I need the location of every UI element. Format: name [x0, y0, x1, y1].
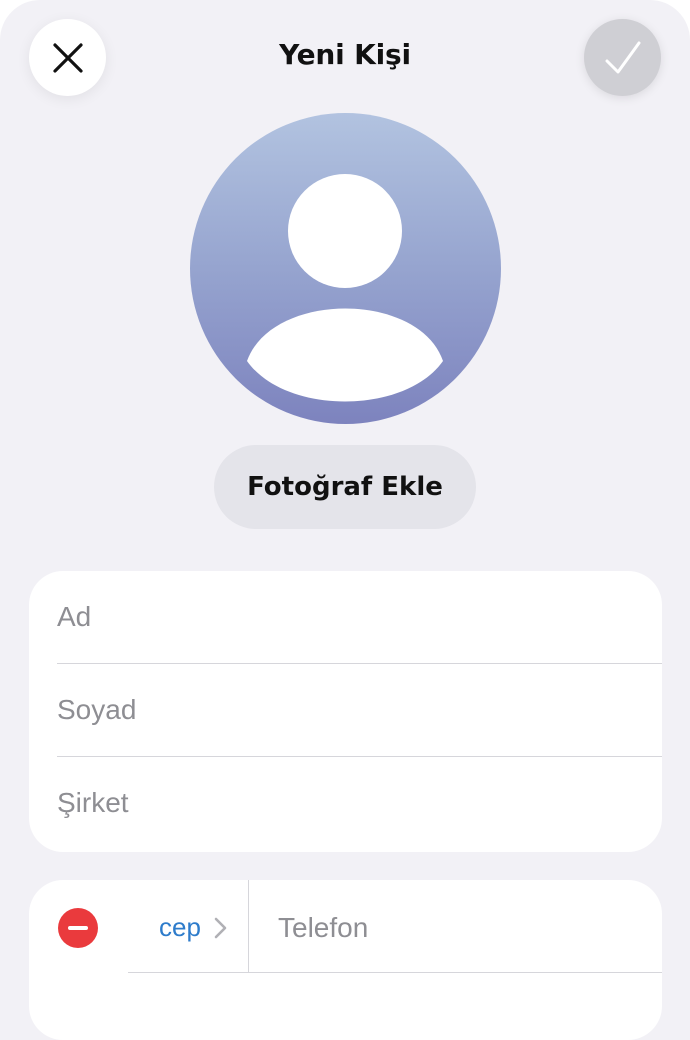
phone-card: cep Telefon — [29, 880, 662, 1040]
phone-divider — [128, 972, 662, 973]
company-field[interactable]: Şirket — [29, 757, 662, 850]
name-fields-card: Ad Soyad Şirket — [29, 571, 662, 852]
first-name-field[interactable]: Ad — [29, 571, 662, 664]
last-name-placeholder: Soyad — [57, 694, 137, 725]
chevron-right-icon — [214, 917, 227, 938]
phone-label-text: cep — [159, 912, 201, 942]
contact-avatar[interactable] — [190, 113, 501, 424]
last-name-field[interactable]: Soyad — [29, 664, 662, 757]
done-button[interactable] — [584, 19, 661, 96]
phone-input[interactable]: Telefon — [278, 912, 368, 944]
minus-circle-icon — [68, 926, 88, 930]
checkmark-icon — [605, 41, 640, 73]
first-name-placeholder: Ad — [57, 601, 92, 632]
phone-label-picker[interactable]: cep — [159, 912, 229, 943]
add-photo-button[interactable]: Fotoğraf Ekle — [214, 445, 476, 529]
company-placeholder: Şirket — [57, 787, 129, 818]
person-silhouette-icon — [247, 174, 443, 402]
new-contact-sheet: Yeni Kişi Fotoğraf Ekle Ad Soyad Şirket … — [0, 0, 690, 1040]
remove-phone-button[interactable] — [58, 908, 98, 948]
phone-label-separator — [248, 880, 249, 973]
